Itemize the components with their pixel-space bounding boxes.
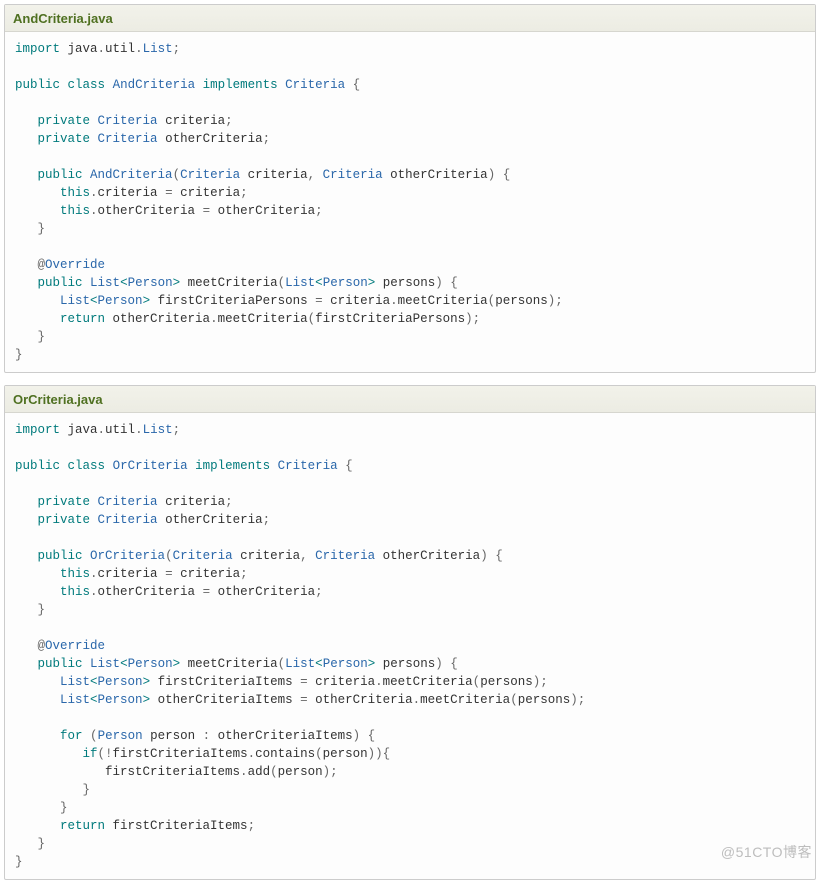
code-title: AndCriteria.java [5,5,815,32]
code-block: OrCriteria.javaimport java.util.List; pu… [4,385,816,880]
watermark: @51CTO博客 [721,842,812,862]
code-body: import java.util.List; public class AndC… [5,32,815,372]
code-title: OrCriteria.java [5,386,815,413]
code-block: AndCriteria.javaimport java.util.List; p… [4,4,816,373]
code-body: import java.util.List; public class OrCr… [5,413,815,879]
